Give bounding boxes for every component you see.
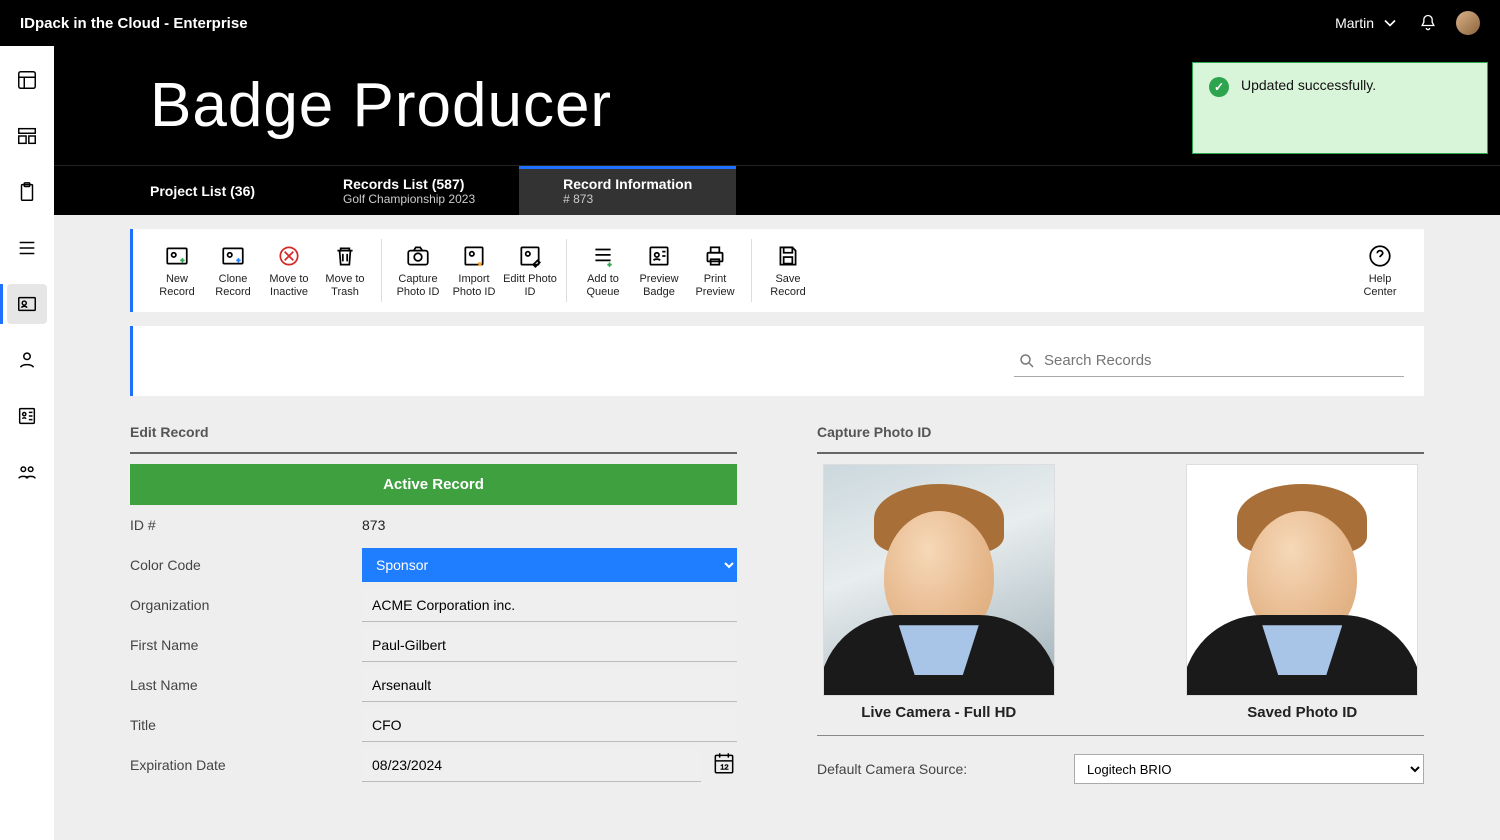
saved-photo-label: Saved Photo ID — [1247, 704, 1357, 731]
live-camera-label: Live Camera - Full HD — [861, 704, 1016, 731]
nav-dashboard[interactable] — [7, 60, 47, 100]
calendar-icon[interactable]: 12 — [711, 750, 737, 781]
hero: Badge Producer Updated successfully. Pro… — [54, 46, 1500, 215]
save-icon — [775, 243, 801, 269]
nav-clipboard[interactable] — [7, 172, 47, 212]
edit-photo-icon — [517, 243, 543, 269]
top-bar: IDpack in the Cloud - Enterprise Martin — [0, 0, 1500, 46]
search-icon — [1018, 352, 1036, 370]
user-menu: Martin — [1335, 11, 1480, 35]
success-toast: Updated successfully. — [1192, 62, 1488, 154]
toast-message: Updated successfully. — [1241, 77, 1376, 93]
color-code-label: Color Code — [130, 557, 362, 573]
first-name-label: First Name — [130, 637, 362, 653]
preview-badge-icon — [646, 243, 672, 269]
edit-record-title: Edit Record — [130, 424, 737, 454]
new-record-icon — [164, 243, 190, 269]
saved-photo-panel: Saved Photo ID — [1181, 464, 1425, 731]
edit-photo-button[interactable]: Editt Photo ID — [502, 239, 558, 302]
move-trash-button[interactable]: Move to Trash — [317, 239, 373, 302]
trash-icon — [332, 243, 358, 269]
group-icon — [16, 461, 38, 483]
import-photo-button[interactable]: Import Photo ID — [446, 239, 502, 302]
camera-source-select[interactable]: Logitech BRIO — [1074, 754, 1424, 784]
photo-column: Capture Photo ID Live Camera - Full HD — [817, 424, 1424, 785]
record-status-bar: Active Record — [130, 464, 737, 505]
expiration-label: Expiration Date — [130, 757, 362, 773]
nav-list[interactable] — [7, 228, 47, 268]
capture-photo-button[interactable]: Capture Photo ID — [390, 239, 446, 302]
organization-label: Organization — [130, 597, 362, 613]
chevron-down-icon — [1380, 13, 1400, 33]
search-records-field[interactable] — [1044, 352, 1400, 369]
organization-field[interactable] — [362, 588, 737, 622]
tab-bar: Project List (36) Records List (587) Gol… — [54, 165, 1500, 215]
list-icon — [16, 237, 38, 259]
last-name-field[interactable] — [362, 668, 737, 702]
template-icon — [16, 125, 38, 147]
tab-record-info[interactable]: Record Information # 873 — [519, 166, 736, 215]
print-preview-button[interactable]: Print Preview — [687, 239, 743, 302]
clipboard-icon — [16, 181, 38, 203]
user-name-dropdown[interactable]: Martin — [1335, 13, 1400, 33]
add-queue-button[interactable]: Add to Queue — [575, 239, 631, 302]
tab-records-list[interactable]: Records List (587) Golf Championship 202… — [299, 166, 519, 215]
color-code-select[interactable]: Sponsor — [362, 548, 737, 582]
camera-icon — [405, 243, 431, 269]
queue-icon — [590, 243, 616, 269]
search-bar — [130, 326, 1424, 396]
help-icon — [1367, 243, 1393, 269]
clone-record-button[interactable]: Clone Record — [205, 239, 261, 302]
live-camera-preview[interactable] — [823, 464, 1055, 696]
nav-groups[interactable] — [7, 452, 47, 492]
move-inactive-button[interactable]: Move to Inactive — [261, 239, 317, 302]
save-record-button[interactable]: Save Record — [760, 239, 816, 302]
bell-icon[interactable] — [1418, 13, 1438, 33]
inactive-icon — [276, 243, 302, 269]
records-icon — [16, 405, 38, 427]
id-label: ID # — [130, 517, 362, 533]
help-center-button[interactable]: Help Center — [1352, 239, 1408, 302]
title-label: Title — [130, 717, 362, 733]
preview-badge-button[interactable]: Preview Badge — [631, 239, 687, 302]
new-record-button[interactable]: New Record — [149, 239, 205, 302]
capture-photo-title: Capture Photo ID — [817, 424, 1424, 454]
saved-photo-preview[interactable] — [1186, 464, 1418, 696]
id-card-icon — [16, 293, 38, 315]
live-camera-panel: Live Camera - Full HD — [817, 464, 1061, 731]
camera-source-label: Default Camera Source: — [817, 761, 1074, 777]
tab-project-list[interactable]: Project List (36) — [54, 166, 299, 215]
first-name-field[interactable] — [362, 628, 737, 662]
clone-record-icon — [220, 243, 246, 269]
expiration-field[interactable] — [362, 748, 701, 782]
search-input-wrapper[interactable] — [1014, 346, 1404, 377]
last-name-label: Last Name — [130, 677, 362, 693]
avatar[interactable] — [1456, 11, 1480, 35]
nav-templates[interactable] — [7, 116, 47, 156]
id-value: 873 — [362, 507, 385, 543]
print-icon — [702, 243, 728, 269]
sidebar — [0, 46, 54, 840]
action-toolbar: New Record Clone Record Move to Inactive… — [130, 229, 1424, 312]
import-icon — [461, 243, 487, 269]
nav-person[interactable] — [7, 340, 47, 380]
person-icon — [16, 349, 38, 371]
check-circle-icon — [1209, 77, 1229, 97]
nav-badge-producer[interactable] — [7, 284, 47, 324]
app-title: IDpack in the Cloud - Enterprise — [20, 15, 248, 32]
nav-records[interactable] — [7, 396, 47, 436]
dashboard-icon — [16, 69, 38, 91]
title-field[interactable] — [362, 708, 737, 742]
edit-record-column: Edit Record Active Record ID # 873 Color… — [130, 424, 737, 785]
svg-text:12: 12 — [720, 762, 728, 771]
